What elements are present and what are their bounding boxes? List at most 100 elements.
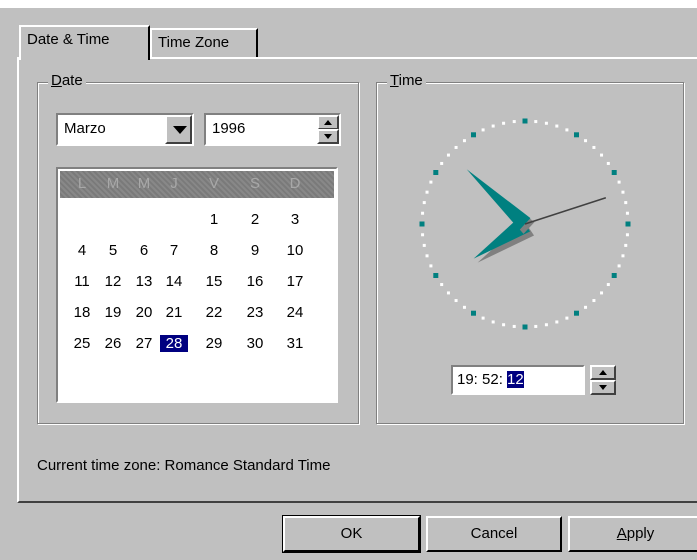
month-dropdown[interactable]: Marzo	[56, 113, 194, 146]
clock-minute-mark	[621, 190, 625, 194]
calendar-day[interactable]: 12	[99, 273, 127, 290]
clock-minute-mark	[462, 305, 466, 309]
clock-minute-mark	[565, 128, 569, 132]
clock-minute-mark	[565, 316, 569, 320]
calendar-day[interactable]: 27	[130, 335, 158, 352]
current-timezone-text: Current time zone: Romance Standard Time	[37, 457, 331, 474]
clock-hour-mark	[522, 118, 528, 124]
calendar-day[interactable]: 30	[241, 335, 269, 352]
calendar-day[interactable]: 18	[68, 304, 96, 321]
calendar-day[interactable]: 20	[130, 304, 158, 321]
clock-minute-mark	[454, 299, 458, 303]
time-spin-up[interactable]	[590, 365, 616, 380]
calendar-day[interactable]: 7	[160, 242, 188, 259]
clock-minute-mark	[512, 324, 516, 328]
calendar-day[interactable]: 15	[200, 273, 228, 290]
calendar-day[interactable]: 23	[241, 304, 269, 321]
calendar-day[interactable]: 24	[281, 304, 309, 321]
clock-minute-mark	[440, 283, 444, 287]
clock-minute-mark	[555, 124, 559, 128]
calendar-day[interactable]: 19	[99, 304, 127, 321]
clock-minute-mark	[421, 211, 425, 215]
calendar-day[interactable]: 10	[281, 242, 309, 259]
clock-minute-mark	[534, 324, 538, 328]
clock-minute-mark	[481, 128, 485, 132]
arrow-up-icon	[599, 370, 607, 375]
arrow-up-icon	[324, 120, 332, 125]
clock-minute-mark	[606, 283, 610, 287]
calendar-day[interactable]: 22	[200, 304, 228, 321]
year-value: 1996	[212, 120, 246, 137]
year-spinner[interactable]: 1996	[204, 113, 341, 146]
calendar-day[interactable]: 17	[281, 273, 309, 290]
clock-hour-mark	[433, 273, 439, 278]
clock-minute-mark	[502, 323, 506, 327]
clock-minute-mark	[592, 299, 596, 303]
clock-minute-mark	[544, 323, 548, 327]
clock-minute-mark	[425, 254, 429, 258]
arrow-down-icon	[599, 385, 607, 390]
calendar-day[interactable]: 3	[281, 211, 309, 228]
calendar-day[interactable]: 16	[241, 273, 269, 290]
tab-date-time-label: Date & Time	[27, 31, 110, 48]
calendar-day[interactable]: 8	[200, 242, 228, 259]
calendar-day[interactable]: 29	[200, 335, 228, 352]
tab-date-time[interactable]: Date & Time	[19, 25, 150, 60]
clock-minute-mark	[600, 153, 604, 157]
clock-minute-mark	[446, 291, 450, 295]
calendar-day[interactable]: 25	[68, 335, 96, 352]
calendar-day-name: L	[77, 175, 87, 192]
clock-minute-mark	[606, 161, 610, 165]
clock-minute-mark	[617, 180, 621, 184]
clock-minute-mark	[481, 316, 485, 320]
clock-minute-mark	[592, 145, 596, 149]
apply-button[interactable]: Apply	[568, 516, 697, 552]
clock-minute-mark	[446, 153, 450, 157]
tab-time-zone-label: Time Zone	[158, 34, 230, 51]
clock-minute-mark	[429, 180, 433, 184]
clock-minute-mark	[425, 190, 429, 194]
clock-minute-mark	[429, 264, 433, 268]
tab-time-zone[interactable]: Time Zone	[150, 28, 258, 57]
calendar-day[interactable]: 5	[99, 242, 127, 259]
calendar-day-name: M	[137, 175, 151, 192]
calendar-day[interactable]: 14	[160, 273, 188, 290]
cancel-button[interactable]: Cancel	[426, 516, 562, 552]
year-spin-up[interactable]	[317, 115, 339, 130]
clock-minute-mark	[462, 139, 466, 143]
year-spin-down[interactable]	[317, 129, 339, 144]
month-dropdown-button[interactable]	[165, 115, 192, 144]
calendar-day[interactable]: 9	[241, 242, 269, 259]
time-value: 19: 52:	[457, 371, 508, 388]
calendar-day[interactable]: 6	[130, 242, 158, 259]
clock-minute-mark	[555, 320, 559, 324]
calendar[interactable]: L M M J V S D 1 2 3 4 5 6 7 8 9 10 11 12 13 14 15 16 17 18 19 20 21…	[56, 167, 338, 403]
calendar-day[interactable]: 31	[281, 335, 309, 352]
clock-minute-mark	[584, 139, 588, 143]
ok-button[interactable]: OK	[282, 515, 421, 553]
calendar-day[interactable]: 13	[130, 273, 158, 290]
time-spinner[interactable]	[590, 365, 616, 395]
clock-minute-mark	[625, 211, 629, 215]
clock-minute-mark	[422, 201, 426, 205]
calendar-day[interactable]: 2	[241, 211, 269, 228]
calendar-day-selected[interactable]: 28	[160, 335, 188, 352]
clock-minute-mark	[491, 320, 495, 324]
clock-minute-mark	[621, 254, 625, 258]
clock-minute-mark	[584, 305, 588, 309]
calendar-day[interactable]: 26	[99, 335, 127, 352]
calendar-day[interactable]: 1	[200, 211, 228, 228]
calendar-day[interactable]: 4	[68, 242, 96, 259]
clock-minute-mark	[512, 120, 516, 124]
clock-minute-mark	[454, 145, 458, 149]
time-seconds-selected: 12	[507, 371, 524, 388]
calendar-day[interactable]: 11	[68, 273, 96, 290]
clock-minute-mark	[421, 233, 425, 237]
time-spin-down[interactable]	[590, 380, 616, 395]
calendar-day-name: D	[289, 175, 301, 192]
clock-second-hand	[524, 197, 607, 225]
clock-minute-hand	[466, 169, 531, 230]
time-input[interactable]: 19: 52: 12	[451, 365, 585, 395]
clock-hour-mark	[611, 273, 617, 278]
calendar-day[interactable]: 21	[160, 304, 188, 321]
